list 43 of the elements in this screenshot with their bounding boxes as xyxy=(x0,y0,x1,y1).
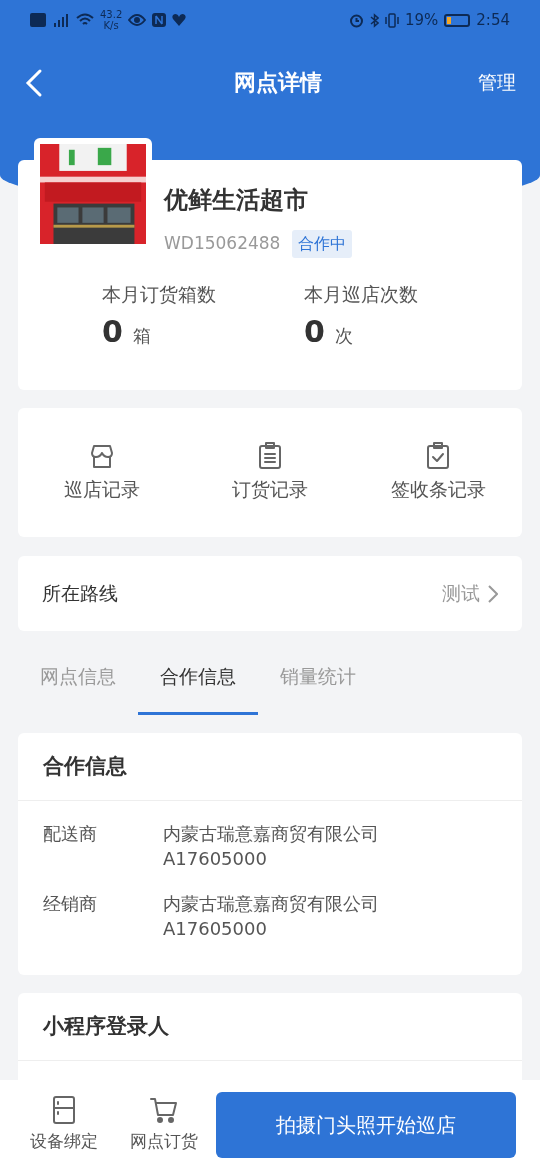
store-code: WD15062488 xyxy=(164,232,281,256)
nfc-icon xyxy=(152,13,167,27)
field-value: A17605000 xyxy=(163,917,268,941)
battery-icon xyxy=(444,13,471,27)
stat-unit: 次 xyxy=(334,323,353,348)
bottom-nav-button[interactable]: 网点订货 xyxy=(114,1095,214,1155)
store-name: 优鲜生活超市 xyxy=(164,185,309,216)
stat-value: 0 xyxy=(304,312,325,351)
field-label: 配送商 xyxy=(43,822,98,846)
vibrate-icon xyxy=(384,12,399,28)
shortcut-button[interactable]: 订货记录 xyxy=(232,441,308,504)
section-title: 合作信息 xyxy=(43,752,127,780)
eye-icon xyxy=(128,14,147,26)
bottom-nav-button[interactable]: 设备绑定 xyxy=(14,1095,114,1155)
section-title: 小程序登录人 xyxy=(43,1012,169,1040)
stat-label: 本月订货箱数 xyxy=(102,282,217,307)
tab[interactable]: 合作信息 xyxy=(138,640,258,715)
speed-unit: K/s xyxy=(103,20,119,31)
manage-button[interactable]: 管理 xyxy=(478,68,516,97)
bluetooth-icon xyxy=(369,12,379,28)
field-value: 内蒙古瑞意嘉商贸有限公司 xyxy=(163,892,379,916)
clock: 2:54 xyxy=(476,9,510,31)
battery-percent: 19% xyxy=(404,9,439,31)
status-tag: 合作中 xyxy=(292,230,353,258)
stat-label: 本月巡店次数 xyxy=(304,282,419,307)
page-title: 网点详情 xyxy=(234,69,322,97)
cart-icon xyxy=(149,1095,179,1126)
shortcut-button[interactable]: 巡店记录 xyxy=(64,441,140,504)
field-value: 内蒙古瑞意嘉商贸有限公司 xyxy=(163,822,379,846)
network-speed: 43.2 xyxy=(100,9,123,20)
alarm-icon xyxy=(348,12,364,28)
start-patrol-button[interactable]: 拍摄门头照开始巡店 xyxy=(216,1092,516,1158)
heart-icon xyxy=(172,14,187,26)
stat-unit: 箱 xyxy=(132,323,151,348)
route-row[interactable]: 所在路线 测试 xyxy=(18,556,522,631)
shortcut-button[interactable]: 签收条记录 xyxy=(390,441,486,504)
chevron-right-icon xyxy=(488,584,498,603)
fridge-icon xyxy=(51,1095,77,1126)
field-label: 经销商 xyxy=(43,892,98,916)
field-value: A17605000 xyxy=(163,847,268,871)
stat-value: 0 xyxy=(102,312,123,351)
signal-icon xyxy=(52,13,70,27)
wifi-icon xyxy=(76,13,94,27)
